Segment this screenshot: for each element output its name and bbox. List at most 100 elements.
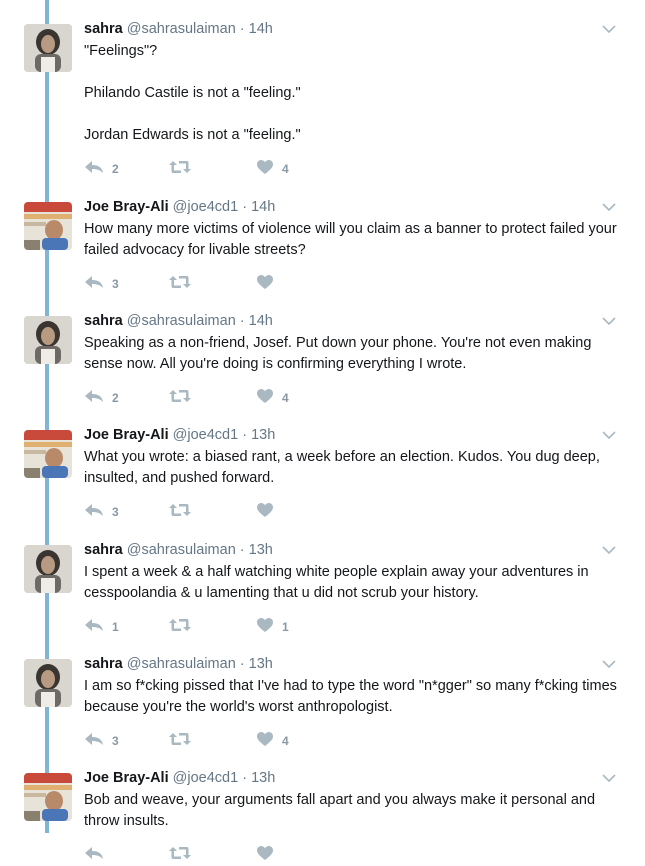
separator-dot: ·: [242, 199, 248, 215]
timestamp[interactable]: 14h: [251, 199, 275, 215]
tweet-actions: 11: [84, 617, 344, 636]
retweet-icon: [168, 502, 192, 523]
timestamp[interactable]: 13h: [249, 542, 273, 558]
avatar[interactable]: [24, 773, 72, 821]
author-handle[interactable]: @sahrasulaiman: [127, 542, 236, 558]
tweet-paragraph: "Feelings"?: [84, 43, 158, 59]
author-name[interactable]: sahra: [84, 21, 123, 37]
separator-dot: ·: [242, 427, 248, 443]
reply-button[interactable]: 2: [84, 160, 119, 178]
author-name[interactable]: sahra: [84, 313, 123, 329]
separator-dot: ·: [242, 770, 248, 786]
author-name[interactable]: Joe Bray-Ali: [84, 770, 169, 786]
timestamp[interactable]: 13h: [249, 656, 273, 672]
separator-dot: ·: [239, 313, 245, 329]
timestamp[interactable]: 13h: [251, 427, 275, 443]
reply-count: 2: [112, 162, 119, 176]
heart-icon: [256, 159, 274, 180]
timestamp[interactable]: 13h: [251, 770, 275, 786]
chevron-down-icon[interactable]: [601, 771, 617, 783]
like-button[interactable]: [256, 845, 282, 864]
heart-icon: [256, 274, 274, 295]
retweet-button[interactable]: [168, 275, 200, 293]
like-button[interactable]: 4: [256, 388, 289, 409]
author-handle[interactable]: @joe4cd1: [173, 770, 239, 786]
tweet-paragraph: Bob and weave, your arguments fall apart…: [84, 792, 596, 829]
like-button[interactable]: 4: [256, 731, 289, 752]
chevron-down-icon[interactable]: [601, 543, 617, 555]
tweet-header: Joe Bray-Ali @joe4cd1 · 13h: [84, 426, 275, 444]
reply-icon: [84, 732, 104, 751]
avatar[interactable]: [24, 430, 72, 478]
separator-dot: ·: [239, 656, 245, 672]
tweet-actions: [84, 845, 344, 864]
reply-count: 3: [112, 505, 119, 519]
avatar[interactable]: [24, 545, 72, 593]
chevron-down-icon[interactable]: [601, 428, 617, 440]
retweet-button[interactable]: [168, 160, 200, 178]
like-count: 4: [282, 734, 289, 748]
author-handle[interactable]: @joe4cd1: [173, 427, 239, 443]
timestamp[interactable]: 14h: [249, 21, 273, 37]
chevron-down-icon[interactable]: [601, 657, 617, 669]
chevron-down-icon[interactable]: [601, 314, 617, 326]
retweet-button[interactable]: [168, 503, 200, 521]
retweet-button[interactable]: [168, 732, 200, 750]
chevron-down-icon[interactable]: [601, 22, 617, 34]
tweet-paragraph: Jordan Edwards is not a "feeling.": [84, 127, 301, 143]
author-name[interactable]: Joe Bray-Ali: [84, 427, 169, 443]
tweet-paragraph: I spent a week & a half watching white p…: [84, 564, 589, 601]
reply-button[interactable]: [84, 846, 112, 864]
like-button[interactable]: 1: [256, 617, 289, 636]
tweet-header: sahra @sahrasulaiman · 13h: [84, 541, 273, 559]
retweet-button[interactable]: [168, 846, 200, 864]
retweet-button[interactable]: [168, 389, 200, 407]
avatar[interactable]: [24, 316, 72, 364]
tweet-header: sahra @sahrasulaiman · 13h: [84, 655, 273, 673]
tweet-actions: 34: [84, 731, 344, 752]
retweet-icon: [168, 388, 192, 409]
tweet-header: sahra @sahrasulaiman · 14h: [84, 20, 273, 38]
reply-icon: [84, 846, 104, 865]
reply-button[interactable]: 3: [84, 732, 119, 750]
like-button[interactable]: [256, 502, 282, 521]
avatar[interactable]: [24, 24, 72, 72]
tweet-actions: 24: [84, 159, 344, 180]
retweet-button[interactable]: [168, 618, 200, 636]
reply-count: 3: [112, 734, 119, 748]
tweet-paragraph: I am so f*cking pissed that I've had to …: [84, 678, 617, 715]
reply-button[interactable]: 1: [84, 618, 119, 636]
author-handle[interactable]: @sahrasulaiman: [127, 313, 236, 329]
tweet-paragraph: What you wrote: a biased rant, a week be…: [84, 449, 600, 486]
retweet-icon: [168, 274, 192, 295]
author-name[interactable]: Joe Bray-Ali: [84, 199, 169, 215]
reply-button[interactable]: 2: [84, 389, 119, 407]
reply-button[interactable]: 3: [84, 503, 119, 521]
like-count: 4: [282, 162, 289, 176]
author-handle[interactable]: @sahrasulaiman: [127, 656, 236, 672]
retweet-icon: [168, 617, 192, 638]
tweet-actions: 24: [84, 388, 344, 409]
chevron-down-icon[interactable]: [601, 200, 617, 212]
tweet-text: "Feelings"? Philando Castile is not a "fe…: [84, 41, 624, 146]
heart-icon: [256, 731, 274, 752]
reply-icon: [84, 160, 104, 179]
tweet-paragraph: Philando Castile is not a "feeling.": [84, 85, 301, 101]
reply-icon: [84, 503, 104, 522]
author-handle[interactable]: @sahrasulaiman: [127, 21, 236, 37]
heart-icon: [256, 388, 274, 409]
like-button[interactable]: 4: [256, 159, 289, 180]
avatar[interactable]: [24, 202, 72, 250]
author-name[interactable]: sahra: [84, 542, 123, 558]
like-button[interactable]: [256, 274, 282, 295]
timestamp[interactable]: 14h: [249, 313, 273, 329]
tweet-paragraph: How many more victims of violence will y…: [84, 221, 617, 258]
separator-dot: ·: [239, 21, 245, 37]
reply-button[interactable]: 3: [84, 275, 119, 293]
tweet-header: Joe Bray-Ali @joe4cd1 · 13h: [84, 769, 275, 787]
tweet-thread: sahra @sahrasulaiman · 14h "Feelings"? Phi…: [0, 0, 645, 860]
tweet-actions: 3: [84, 274, 344, 295]
author-handle[interactable]: @joe4cd1: [173, 199, 239, 215]
avatar[interactable]: [24, 659, 72, 707]
author-name[interactable]: sahra: [84, 656, 123, 672]
